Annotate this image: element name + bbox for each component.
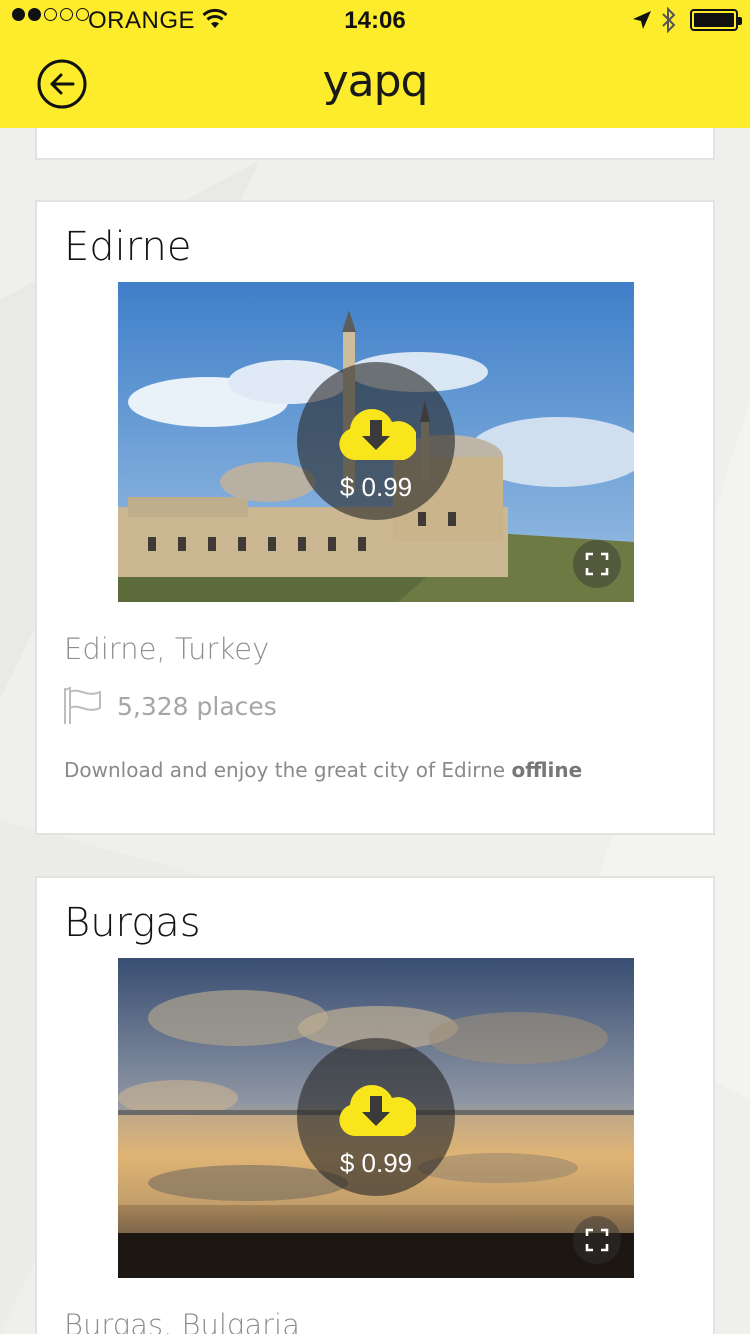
city-location: Burgas, Bulgaria [64, 1308, 300, 1334]
app-logo: yapq [322, 56, 429, 107]
city-card-burgas[interactable]: Burgas $ 0.99 Burgas, Bulgaria [35, 876, 715, 1334]
battery-icon [690, 9, 742, 31]
expand-icon [585, 552, 609, 576]
expand-button[interactable] [573, 1216, 621, 1264]
buy-download-button[interactable]: $ 0.99 [297, 1038, 455, 1196]
bluetooth-icon [662, 7, 676, 33]
city-photo: $ 0.99 [118, 282, 634, 602]
price-label: $ 0.99 [339, 1148, 413, 1178]
city-description: Download and enjoy the great city of Edi… [64, 758, 583, 782]
city-photo: $ 0.99 [118, 958, 634, 1278]
city-card-edirne[interactable]: Edirne $ 0.99 Edirne, Turkey 5,328 place… [35, 200, 715, 835]
app-header: ORANGE 14:06 yapq [0, 0, 750, 128]
expand-button[interactable] [573, 540, 621, 588]
buy-download-button[interactable]: $ 0.99 [297, 362, 455, 520]
price-label: $ 0.99 [339, 472, 413, 502]
places-count: 5,328 places [117, 692, 277, 721]
city-title: Burgas [64, 900, 201, 946]
cloud-download-icon [339, 1085, 416, 1136]
flag-icon [64, 686, 101, 724]
city-location: Edirne, Turkey [64, 632, 270, 666]
expand-icon [585, 1228, 609, 1252]
cloud-download-icon [339, 409, 416, 460]
city-title: Edirne [64, 224, 192, 270]
location-arrow-icon [633, 11, 651, 29]
status-bar: ORANGE 14:06 [0, 0, 750, 40]
